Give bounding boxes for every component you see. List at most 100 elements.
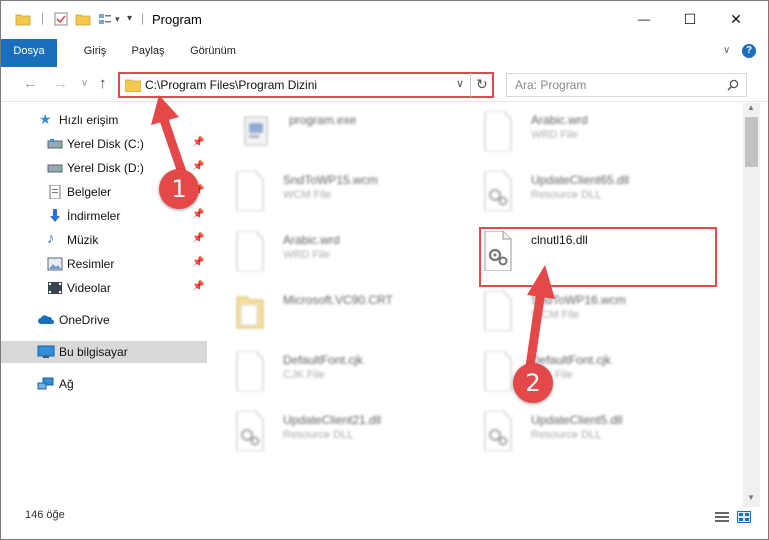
refresh-icon[interactable]: ↻ xyxy=(476,76,488,93)
pin-icon[interactable]: 📌 xyxy=(192,281,204,292)
file-type: CJK File xyxy=(283,369,325,381)
recent-locations-icon[interactable]: ∨ xyxy=(81,78,88,89)
nav-item-label: Bu bilgisayar xyxy=(59,345,128,359)
dll-icon xyxy=(484,171,512,211)
file-item[interactable]: UpdateClient65.dll Resource DLL xyxy=(483,169,723,225)
annotation-badge-2: 2 xyxy=(513,363,553,403)
large-icons-view-icon[interactable] xyxy=(737,511,751,523)
up-arrow-icon[interactable]: ↑ xyxy=(99,75,107,92)
nav-item-label: Hızlı erişim xyxy=(59,113,119,127)
pin-icon[interactable]: 📌 xyxy=(192,257,204,268)
forward-arrow-icon[interactable]: → xyxy=(53,75,68,92)
search-placeholder: Ara: Program xyxy=(515,78,587,92)
nav-item-label: Yerel Disk (C:) xyxy=(67,137,144,151)
music-icon: ♪ xyxy=(47,230,55,247)
document-icon xyxy=(49,185,61,199)
maximize-button[interactable]: ☐ xyxy=(667,1,713,37)
file-item[interactable]: UpdateClient5.dll Resource DLL xyxy=(483,409,723,465)
download-icon xyxy=(50,209,60,222)
nav-item-label: Videolar xyxy=(67,281,111,295)
file-item[interactable]: UpdateClient21.dll Resource DLL xyxy=(235,409,475,465)
folder-icon xyxy=(125,79,141,92)
nav-item-label: OneDrive xyxy=(59,313,110,327)
nav-item-label: Ağ xyxy=(59,377,74,391)
help-icon[interactable]: ? xyxy=(742,44,756,58)
search-icon xyxy=(727,79,739,91)
file-item[interactable]: SndToWP15.wcm WCM File xyxy=(235,169,475,225)
network-icon xyxy=(37,377,54,390)
pin-icon[interactable]: 📌 xyxy=(192,209,204,220)
file-name: DefaultFont.cjk xyxy=(283,353,364,367)
file-type: Resource DLL xyxy=(531,189,602,201)
file-type: WRD File xyxy=(283,249,331,261)
computer-icon xyxy=(37,345,55,358)
address-divider xyxy=(470,73,471,97)
status-bar: 146 öğe xyxy=(1,507,768,539)
tab-home[interactable]: Giriş xyxy=(75,39,115,64)
file-item[interactable]: program.exe xyxy=(241,109,481,165)
file-name: Arabic.wrd xyxy=(531,113,588,127)
file-name: program.exe xyxy=(289,113,357,127)
nav-item-pictures[interactable]: Resimler 📌 xyxy=(1,253,207,275)
file-icon xyxy=(484,111,512,151)
file-name: SndToWP15.wcm xyxy=(283,173,378,187)
folder-icon xyxy=(15,14,31,26)
file-icon xyxy=(236,351,264,391)
window-title: Program xyxy=(152,12,202,27)
nav-item-network[interactable]: Ağ xyxy=(1,373,207,395)
nav-item-label: İndirmeler xyxy=(67,209,121,223)
nav-item-this-pc[interactable]: Bu bilgisayar xyxy=(1,341,207,363)
exe-icon xyxy=(244,116,268,146)
nav-item-label: Yerel Disk (D:) xyxy=(67,161,144,175)
scroll-up-icon[interactable]: ▲ xyxy=(747,103,755,112)
close-icon: ✕ xyxy=(730,10,742,27)
qa-separator: | xyxy=(41,11,45,25)
file-icon xyxy=(236,231,264,271)
drive-icon xyxy=(47,164,63,173)
qa-dropdown-icon[interactable]: ▾ xyxy=(115,14,120,30)
maximize-icon: ☐ xyxy=(683,10,697,27)
cloud-icon xyxy=(38,315,54,324)
nav-item-label: Resimler xyxy=(67,257,115,271)
nav-item-videos[interactable]: Videolar 📌 xyxy=(1,277,207,299)
file-item[interactable]: Arabic.wrd WRD File xyxy=(483,109,723,165)
pictures-icon xyxy=(47,257,63,271)
view-options-icon[interactable] xyxy=(97,11,113,27)
tab-share[interactable]: Paylaş xyxy=(125,39,171,64)
file-type: WRD File xyxy=(531,129,579,141)
file-icon xyxy=(484,351,512,391)
file-icon xyxy=(484,291,512,331)
close-button[interactable]: ✕ xyxy=(713,1,759,37)
properties-icon[interactable] xyxy=(53,11,69,27)
file-item[interactable]: DefaultFont.cjk CJK File xyxy=(235,349,475,405)
qa-separator: | xyxy=(141,11,145,25)
nav-item-onedrive[interactable]: OneDrive xyxy=(1,309,207,331)
ribbon-expand-icon[interactable]: ∨ xyxy=(723,45,730,56)
star-icon: ★ xyxy=(39,111,52,127)
nav-item-label: Müzik xyxy=(67,233,99,247)
customize-toolbar-icon[interactable]: ▾ xyxy=(127,13,132,29)
file-name: UpdateClient65.dll xyxy=(531,173,630,187)
pin-icon[interactable]: 📌 xyxy=(192,233,204,244)
file-item[interactable]: Microsoft.VC90.CRT xyxy=(235,289,475,345)
back-arrow-icon[interactable]: ← xyxy=(23,75,38,92)
file-name: Microsoft.VC90.CRT xyxy=(283,293,393,307)
dll-icon xyxy=(236,411,264,451)
address-dropdown-icon[interactable]: ∨ xyxy=(456,77,464,90)
dll-icon xyxy=(484,411,512,451)
details-view-icon[interactable] xyxy=(715,511,729,523)
video-icon xyxy=(48,282,62,294)
scroll-down-icon[interactable]: ▼ xyxy=(747,493,755,502)
minimize-icon: — xyxy=(638,12,650,26)
file-list: program.exe SndToWP15.wcm WCM File Arabi… xyxy=(207,103,743,507)
new-folder-icon[interactable] xyxy=(75,11,91,27)
tab-view[interactable]: Görünüm xyxy=(185,39,241,64)
vertical-scrollbar[interactable]: ▲ ▼ xyxy=(743,103,760,507)
scroll-thumb[interactable] xyxy=(745,117,758,167)
explorer-window: | ▾ ▾ | Program — ☐ ✕ Dosya Giriş Paylaş… xyxy=(0,0,769,540)
search-box[interactable]: Ara: Program xyxy=(506,73,747,97)
file-type: WCM File xyxy=(283,189,332,201)
file-item[interactable]: Arabic.wrd WRD File xyxy=(235,229,475,285)
nav-item-music[interactable]: ♪ Müzik 📌 xyxy=(1,229,207,251)
minimize-button[interactable]: — xyxy=(621,1,667,37)
